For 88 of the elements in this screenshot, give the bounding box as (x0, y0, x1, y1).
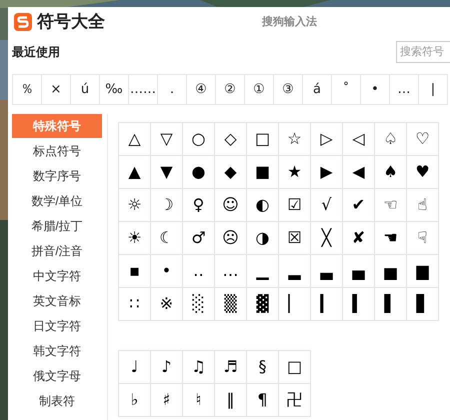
symbol-cell[interactable]: ☝ (407, 189, 439, 222)
category-tab[interactable]: 数字序号 (12, 164, 102, 188)
symbol-cell[interactable]: ♫ (183, 351, 215, 384)
category-tab[interactable]: 数学/单位 (12, 189, 102, 213)
symbol-cell[interactable]: √ (311, 189, 343, 222)
symbol-cell[interactable]: ★ (279, 156, 311, 189)
symbol-cell[interactable]: ♯ (151, 384, 183, 417)
symbol-cell[interactable]: ◁ (343, 123, 375, 156)
symbol-cell[interactable]: ▋ (407, 288, 439, 321)
symbol-cell[interactable]: ☟ (407, 222, 439, 255)
symbol-cell[interactable]: 卍 (279, 384, 311, 417)
symbol-cell[interactable]: ◇ (215, 123, 247, 156)
symbol-cell[interactable]: ▍ (343, 288, 375, 321)
symbol-cell[interactable]: ☼ (119, 189, 151, 222)
symbol-cell[interactable]: ♠ (375, 156, 407, 189)
symbol-cell[interactable]: ‖ (215, 384, 247, 417)
symbol-cell[interactable]: ☒ (279, 222, 311, 255)
symbol-cell[interactable]: ○ (183, 123, 215, 156)
symbol-cell[interactable]: ▏ (279, 288, 311, 321)
symbol-cell[interactable]: ■ (247, 156, 279, 189)
symbol-cell[interactable]: ♩ (119, 351, 151, 384)
symbol-cell[interactable]: □ (279, 351, 311, 384)
category-tab[interactable]: 中文字符 (12, 264, 102, 288)
symbol-cell[interactable]: … (215, 255, 247, 288)
symbol-cell[interactable]: ♤ (375, 123, 407, 156)
symbol-cell[interactable]: ▼ (151, 156, 183, 189)
symbol-cell[interactable]: ▆ (407, 255, 439, 288)
window-title: 符号大全 (37, 11, 106, 34)
category-tab[interactable]: 俄文字母 (12, 364, 102, 388)
symbol-cell[interactable]: ▃ (311, 255, 343, 288)
symbol-cell[interactable]: • (151, 255, 183, 288)
category-tab[interactable]: 希腊/拉丁 (12, 214, 102, 238)
category-tab[interactable]: 韩文字符 (12, 339, 102, 363)
symbol-cell[interactable]: ▅ (375, 255, 407, 288)
symbol-cell[interactable]: ◀ (343, 156, 375, 189)
symbol-cell[interactable]: ♮ (183, 384, 215, 417)
symbol-cell[interactable]: ♪ (151, 351, 183, 384)
symbol-cell[interactable]: ▶ (311, 156, 343, 189)
symbol-cell[interactable]: ☚ (375, 222, 407, 255)
category-tab[interactable]: 制表符 (12, 389, 102, 413)
symbol-cell[interactable]: ☾ (151, 222, 183, 255)
symbol-cell[interactable]: ♂ (183, 222, 215, 255)
symbol-cell[interactable]: ╳ (311, 222, 343, 255)
category-tab[interactable]: 日文字符 (12, 314, 102, 338)
app-name: 搜狗输入法 (262, 14, 317, 30)
category-tab[interactable]: 标点符号 (12, 139, 102, 163)
symbol-cell[interactable]: § (247, 351, 279, 384)
symbol-cell[interactable]: ▌ (375, 288, 407, 321)
symbol-cell[interactable]: ♀ (183, 189, 215, 222)
symbol-cell[interactable]: ▎ (311, 288, 343, 321)
symbol-cell[interactable]: ☽ (151, 189, 183, 222)
symbol-cell[interactable]: ¶ (247, 384, 279, 417)
symbol-cell[interactable]: ▷ (311, 123, 343, 156)
symbol-cell[interactable]: ▒ (215, 288, 247, 321)
symbol-cell[interactable]: ☀ (119, 222, 151, 255)
symbol-cell[interactable]: ♬ (215, 351, 247, 384)
symbol-cell[interactable]: ✘ (343, 222, 375, 255)
symbol-cell[interactable]: ◑ (247, 222, 279, 255)
symbol-cell[interactable]: ※ (151, 288, 183, 321)
symbol-cell[interactable]: ☜ (375, 189, 407, 222)
symbol-cell[interactable]: ✔ (343, 189, 375, 222)
symbol-cell[interactable]: ☺ (215, 189, 247, 222)
symbol-cell[interactable]: ▓ (247, 288, 279, 321)
symbol-cell[interactable]: ▪ (119, 255, 151, 288)
symbol-cell[interactable]: ░ (183, 288, 215, 321)
symbol-cell[interactable]: ◐ (247, 189, 279, 222)
symbol-cell[interactable]: ☹ (215, 222, 247, 255)
logo-icon (14, 13, 32, 31)
symbol-cell[interactable]: ● (183, 156, 215, 189)
symbol-cell[interactable]: ◆ (215, 156, 247, 189)
symbol-cell[interactable]: ▂ (279, 255, 311, 288)
symbol-cell[interactable]: ♭ (119, 384, 151, 417)
symbol-cell[interactable]: ▽ (151, 123, 183, 156)
symbol-cell[interactable]: ∷ (119, 288, 151, 321)
symbol-cell[interactable]: □ (247, 123, 279, 156)
symbol-cell[interactable]: ▁ (247, 255, 279, 288)
symbol-cell[interactable]: ‥ (183, 255, 215, 288)
symbol-cell[interactable]: ▲ (119, 156, 151, 189)
symbol-cell[interactable]: ♡ (407, 123, 439, 156)
category-tab[interactable]: 拼音/注音 (12, 239, 102, 263)
symbol-cell[interactable]: ♥ (407, 156, 439, 189)
symbol-cell[interactable]: ☆ (279, 123, 311, 156)
symbol-cell[interactable]: ☑ (279, 189, 311, 222)
section-title: 最近使用 (12, 44, 60, 61)
symbol-cell[interactable]: △ (119, 123, 151, 156)
search-field[interactable]: 搜索符号 (396, 41, 450, 63)
category-tab[interactable]: 英文音标 (12, 289, 102, 313)
symbol-cell[interactable]: ▄ (343, 255, 375, 288)
